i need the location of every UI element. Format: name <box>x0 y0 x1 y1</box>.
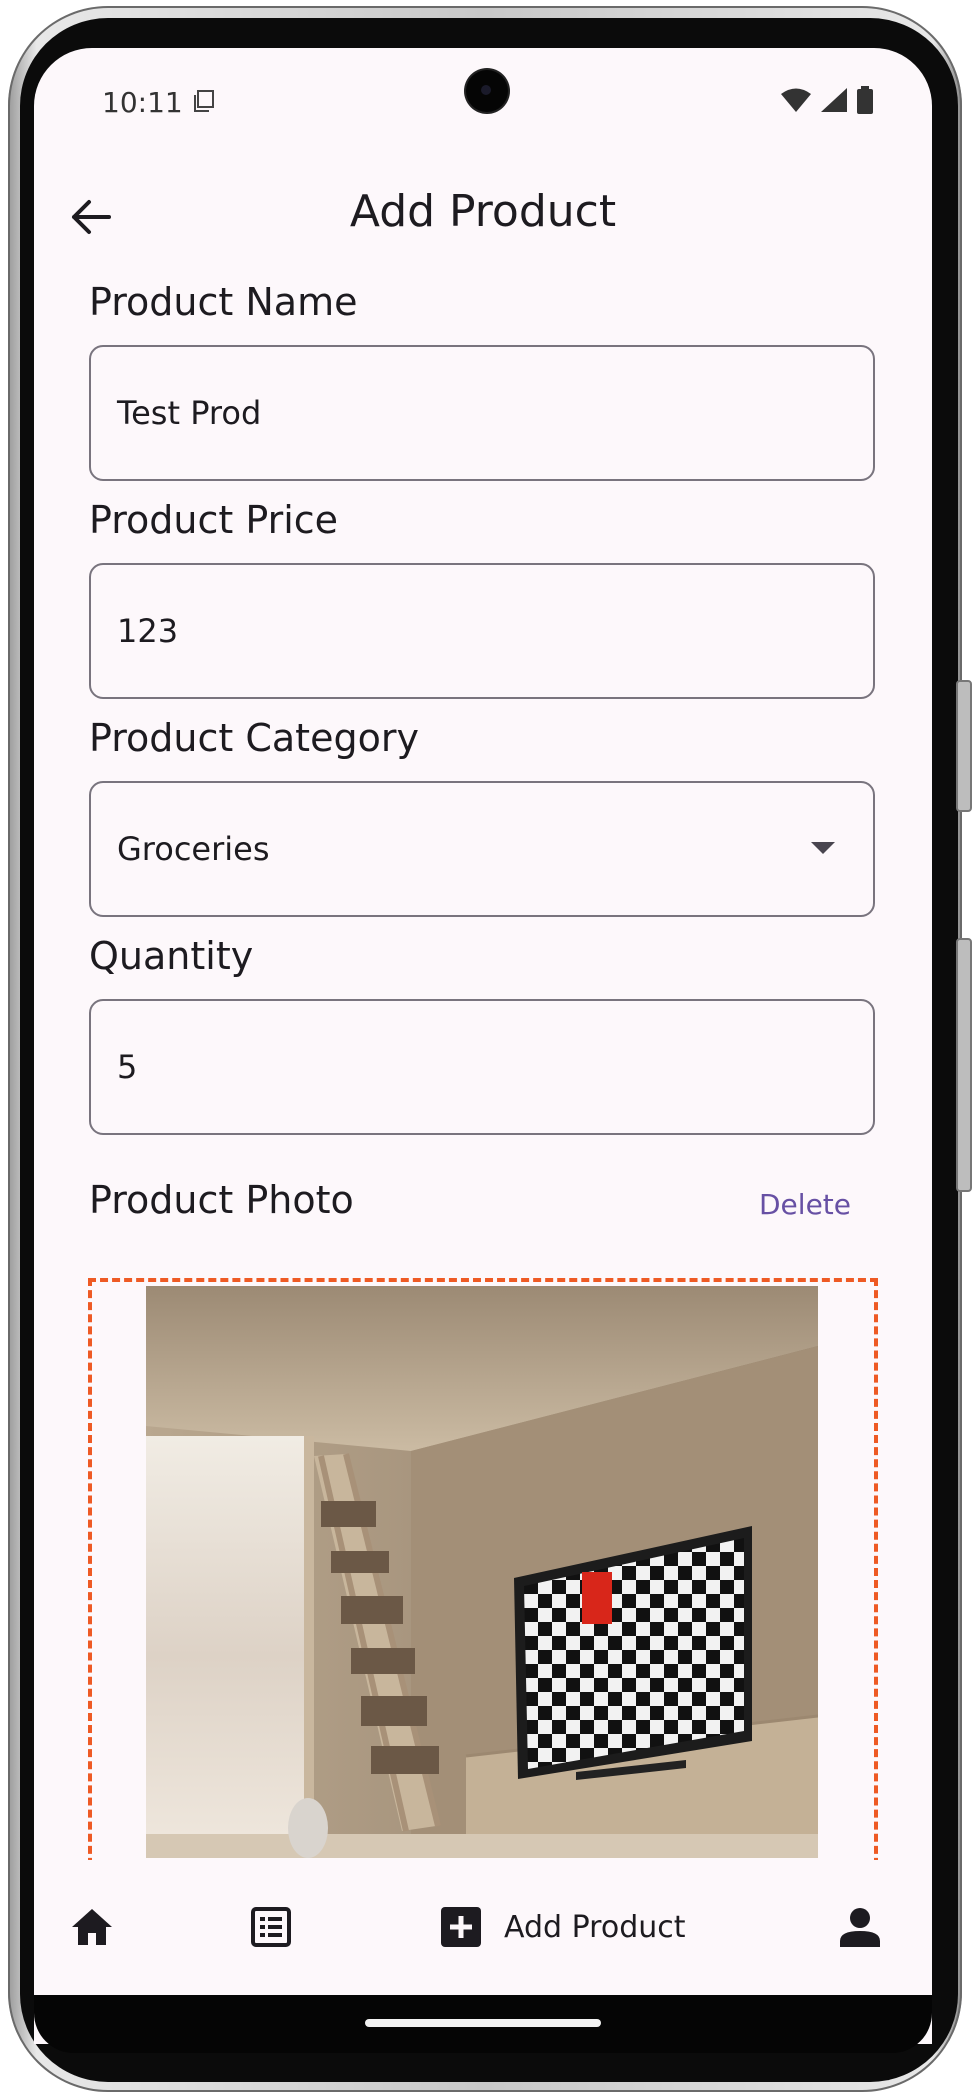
quantity-label: Quantity <box>89 934 254 978</box>
product-category-select[interactable]: Groceries <box>89 781 875 917</box>
product-price-input[interactable]: 123 <box>89 563 875 699</box>
person-icon <box>840 1908 880 1947</box>
page-title: Add Product <box>349 186 617 237</box>
product-price-value: 123 <box>117 612 179 650</box>
nav-add-product[interactable]: Add Product <box>440 1860 686 1994</box>
nav-add-product-label: Add Product <box>504 1909 686 1945</box>
nav-orders[interactable] <box>250 1860 292 1994</box>
product-name-input[interactable]: Test Prod <box>89 345 875 481</box>
cellular-signal-icon <box>821 88 847 112</box>
nav-home[interactable] <box>70 1860 114 1994</box>
product-category-value: Groceries <box>117 830 270 868</box>
home-indicator[interactable] <box>365 2019 601 2027</box>
product-name-label: Product Name <box>89 280 358 324</box>
bottom-navigation: Add Product <box>34 1860 932 1994</box>
quantity-input[interactable]: 5 <box>89 999 875 1135</box>
list-icon <box>251 1907 291 1947</box>
sim-card-icon <box>194 90 214 112</box>
add-box-icon <box>441 1907 481 1947</box>
delete-photo-button[interactable]: Delete <box>759 1188 851 1221</box>
product-photo-image <box>146 1286 818 1858</box>
wifi-icon <box>781 88 811 112</box>
nav-profile[interactable] <box>840 1860 880 1994</box>
volume-button <box>956 680 972 812</box>
power-button <box>956 938 972 1192</box>
product-category-label: Product Category <box>89 716 419 760</box>
product-photo-label: Product Photo <box>89 1178 354 1222</box>
product-price-label: Product Price <box>89 498 339 542</box>
status-icons <box>780 86 874 114</box>
app-screen: 10:11 Add Product Product Name Test Prod… <box>34 48 932 2044</box>
quantity-value: 5 <box>117 1048 138 1086</box>
status-time: 10:11 <box>102 86 183 119</box>
front-camera <box>466 70 508 112</box>
battery-icon <box>857 86 873 114</box>
home-icon <box>72 1909 112 1945</box>
dropdown-arrow-icon <box>811 842 835 854</box>
product-name-value: Test Prod <box>117 394 262 432</box>
